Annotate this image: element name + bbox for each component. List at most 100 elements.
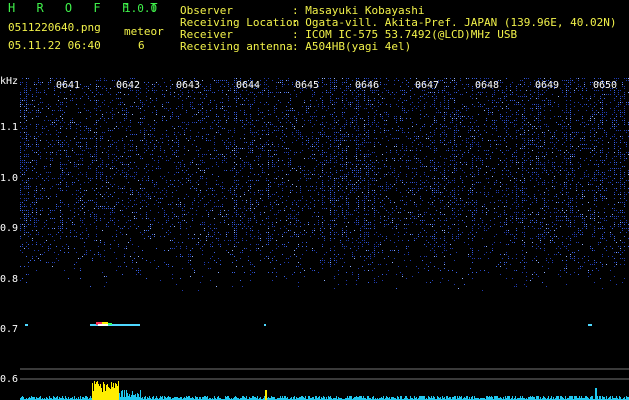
- noise-pixel: [232, 136, 233, 137]
- noise-pixel: [384, 258, 385, 259]
- noise-pixel: [366, 232, 367, 233]
- noise-pixel: [126, 128, 127, 129]
- noise-pixel: [366, 162, 367, 163]
- noise-pixel: [108, 156, 109, 157]
- noise-pixel: [194, 158, 195, 159]
- noise-pixel: [106, 208, 107, 209]
- noise-pixel: [180, 256, 181, 257]
- noise-pixel: [320, 230, 321, 231]
- noise-pixel: [370, 254, 371, 255]
- noise-pixel: [334, 180, 335, 181]
- noise-pixel: [100, 176, 101, 177]
- noise-pixel: [284, 232, 285, 233]
- noise-pixel: [310, 120, 311, 121]
- noise-pixel: [274, 178, 275, 179]
- noise-pixel: [298, 236, 299, 237]
- noise-pixel: [384, 190, 385, 191]
- noise-pixel: [214, 92, 215, 93]
- noise-pixel: [132, 146, 133, 147]
- noise-pixel: [28, 274, 29, 275]
- noise-pixel: [178, 140, 179, 141]
- noise-pixel: [286, 228, 287, 229]
- noise-pixel: [54, 222, 55, 223]
- noise-pixel: [90, 200, 91, 201]
- noise-pixel: [324, 208, 325, 209]
- noise-pixel: [50, 144, 51, 145]
- noise-pixel: [124, 226, 125, 227]
- noise-pixel: [232, 168, 233, 169]
- noise-pixel: [360, 118, 361, 119]
- noise-pixel: [270, 92, 271, 93]
- noise-pixel: [344, 178, 345, 179]
- noise-pixel: [250, 148, 251, 149]
- noise-pixel: [286, 278, 287, 279]
- noise-pixel: [100, 146, 101, 147]
- noise-pixel: [130, 168, 131, 169]
- noise-pixel: [94, 190, 95, 191]
- noise-pixel: [86, 252, 87, 253]
- noise-pixel: [288, 230, 289, 231]
- noise-pixel: [124, 144, 125, 145]
- noise-pixel: [358, 172, 359, 173]
- noise-pixel: [358, 238, 359, 239]
- noise-pixel: [154, 160, 155, 161]
- noise-pixel: [236, 146, 237, 147]
- noise-pixel: [150, 154, 151, 155]
- noise-pixel: [20, 224, 21, 225]
- noise-pixel: [142, 234, 143, 235]
- noise-pixel: [346, 176, 347, 177]
- noise-pixel: [216, 104, 217, 105]
- noise-pixel: [172, 208, 173, 209]
- noise-pixel: [66, 174, 67, 175]
- noise-pixel: [286, 258, 287, 259]
- noise-pixel: [80, 98, 81, 99]
- noise-pixel: [136, 212, 137, 213]
- noise-pixel: [88, 132, 89, 133]
- noise-pixel: [406, 176, 407, 177]
- noise-pixel: [364, 94, 365, 95]
- noise-pixel: [304, 166, 305, 167]
- noise-pixel: [212, 208, 213, 209]
- noise-pixel: [208, 202, 209, 203]
- noise-pixel: [206, 240, 207, 241]
- noise-pixel: [290, 164, 291, 165]
- noise-pixel: [26, 154, 27, 155]
- noise-pixel: [260, 176, 261, 177]
- noise-pixel: [336, 160, 337, 161]
- noise-pixel: [268, 94, 269, 95]
- noise-pixel: [300, 272, 301, 273]
- noise-pixel: [374, 184, 375, 185]
- noise-pixel: [122, 234, 123, 235]
- noise-pixel: [32, 96, 33, 97]
- noise-pixel: [410, 104, 411, 105]
- noise-pixel: [262, 94, 263, 95]
- noise-pixel: [378, 212, 379, 213]
- noise-pixel: [226, 146, 227, 147]
- noise-pixel: [244, 248, 245, 249]
- noise-pixel: [322, 268, 323, 269]
- noise-pixel: [122, 156, 123, 157]
- noise-pixel: [138, 122, 139, 123]
- noise-pixel: [236, 172, 237, 173]
- noise-pixel: [282, 86, 283, 87]
- noise-pixel: [96, 132, 97, 133]
- noise-pixel: [132, 268, 133, 269]
- noise-pixel: [356, 280, 357, 281]
- noise-pixel: [126, 130, 127, 131]
- noise-pixel: [126, 158, 127, 159]
- noise-pixel: [50, 172, 51, 173]
- noise-pixel: [166, 136, 167, 137]
- noise-pixel: [178, 162, 179, 163]
- noise-pixel: [228, 90, 229, 91]
- noise-pixel: [132, 114, 133, 115]
- noise-pixel: [332, 116, 333, 117]
- noise-pixel: [336, 210, 337, 211]
- noise-pixel: [198, 110, 199, 111]
- noise-pixel: [400, 118, 401, 119]
- noise-pixel: [432, 166, 433, 167]
- noise-pixel: [246, 232, 247, 233]
- noise-pixel: [398, 266, 399, 267]
- noise-pixel: [20, 82, 21, 83]
- noise-pixel: [204, 244, 205, 245]
- noise-pixel: [192, 144, 193, 145]
